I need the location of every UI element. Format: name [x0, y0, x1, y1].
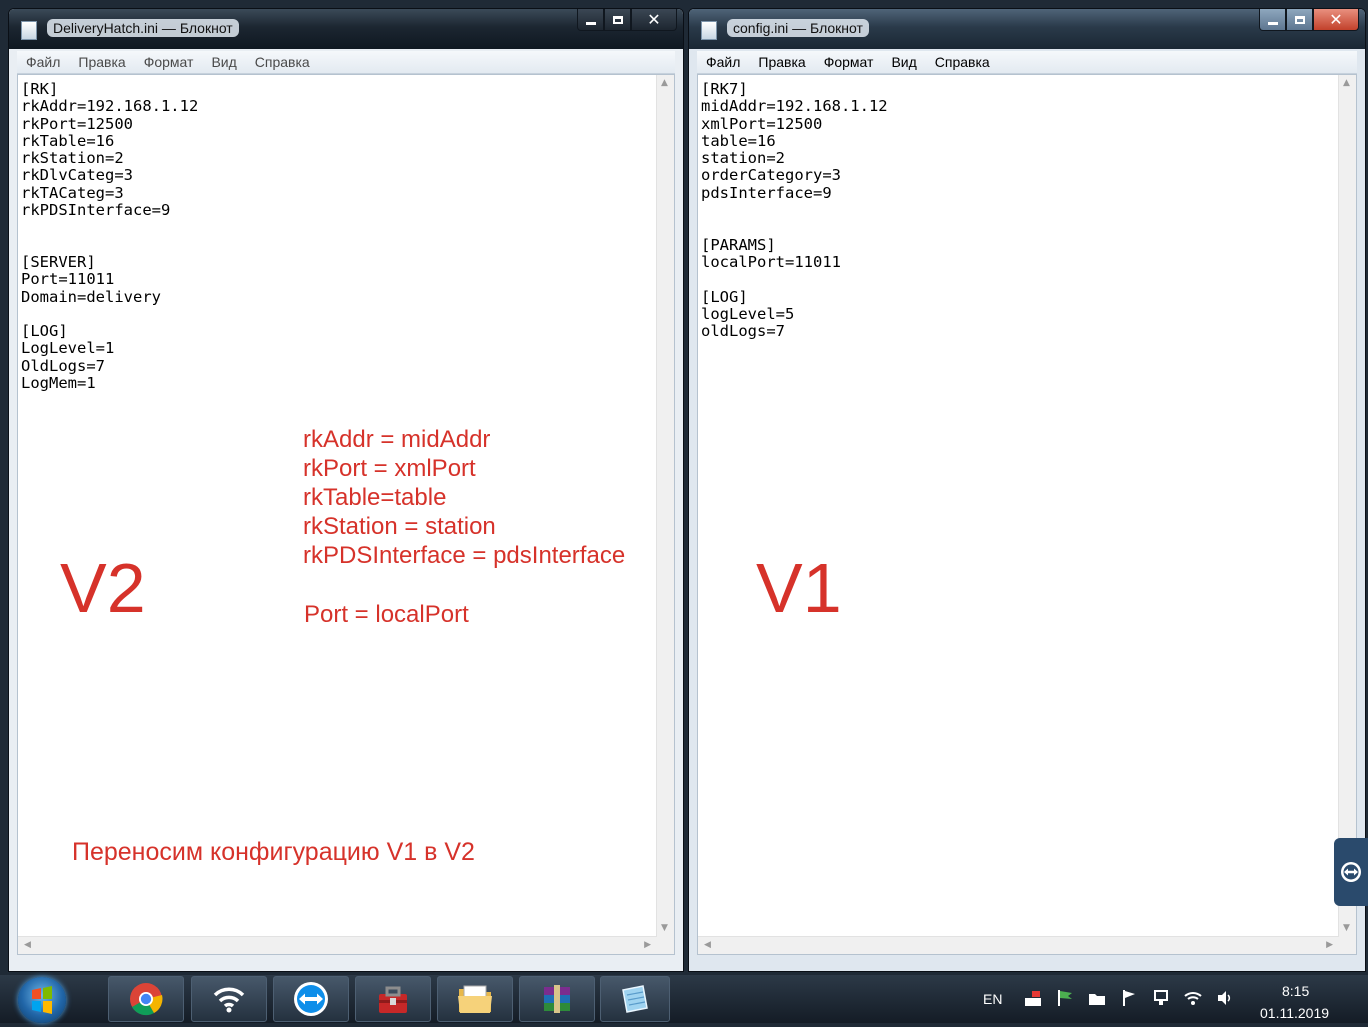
resize-grip[interactable]: [657, 937, 674, 954]
language-indicator[interactable]: EN: [983, 991, 1002, 1007]
taskbar-file-explorer[interactable]: [437, 976, 513, 1022]
menu-bar: Файл Правка Формат Вид Справка: [17, 51, 675, 74]
teamviewer-side-tab[interactable]: [1334, 838, 1368, 906]
menu-file[interactable]: Файл: [17, 54, 69, 70]
windows-logo-icon: [32, 986, 52, 1014]
v1-label: V1: [756, 549, 842, 627]
menu-edit[interactable]: Правка: [749, 54, 814, 70]
vertical-scrollbar[interactable]: ▲ ▼: [656, 75, 674, 937]
maximize-icon: [1294, 15, 1305, 24]
taskbar-winrar[interactable]: [519, 976, 595, 1022]
network-icon[interactable]: [1152, 989, 1170, 1007]
file-content[interactable]: [RK7] midAddr=192.168.1.12 xmlPort=12500…: [701, 80, 888, 340]
taskbar-notepad[interactable]: [600, 976, 670, 1022]
horizontal-scrollbar[interactable]: ◀ ▶: [18, 936, 657, 954]
system-tray: EN 8:15 01.11.2019: [958, 975, 1368, 1023]
window-title: config.ini — Блокнот: [727, 19, 869, 37]
file-explorer-icon: [458, 985, 492, 1013]
notepad-icon: [622, 985, 648, 1013]
mapping-line: Port = localPort: [304, 601, 469, 628]
start-button[interactable]: [18, 977, 66, 1023]
wifi-icon[interactable]: [1184, 989, 1202, 1007]
close-icon: ✕: [1329, 10, 1343, 29]
menu-view[interactable]: Вид: [202, 54, 245, 70]
minimize-button[interactable]: [1259, 9, 1286, 31]
minimize-button[interactable]: [577, 9, 604, 31]
scroll-down-icon[interactable]: ▼: [1343, 924, 1350, 933]
winrar-icon: [544, 985, 570, 1013]
minimize-icon: [585, 22, 596, 25]
horizontal-scrollbar[interactable]: ◀ ▶: [698, 936, 1339, 954]
window-title: DeliveryHatch.ini — Блокнот: [47, 19, 239, 37]
notepad-icon: [701, 21, 717, 40]
menu-view[interactable]: Вид: [882, 54, 925, 70]
action-center-flag-icon[interactable]: [1056, 989, 1074, 1007]
minimize-icon: [1267, 22, 1278, 25]
scroll-right-icon[interactable]: ▶: [1326, 941, 1333, 950]
teamviewer-icon: [1341, 862, 1361, 882]
menu-edit[interactable]: Правка: [69, 54, 134, 70]
menu-bar: Файл Правка Формат Вид Справка: [697, 51, 1357, 74]
menu-help[interactable]: Справка: [246, 54, 319, 70]
title-bar[interactable]: config.ini — Блокнот ✕: [689, 9, 1365, 49]
taskbar-wifi-manager[interactable]: [191, 976, 267, 1022]
sync-folder-icon[interactable]: [1088, 989, 1106, 1007]
maximize-button[interactable]: [1286, 9, 1313, 31]
teamviewer-icon: [294, 982, 328, 1016]
toolbox-icon: [379, 986, 407, 1013]
notepad-icon: [21, 21, 37, 40]
flag-icon[interactable]: [1120, 989, 1138, 1007]
menu-format[interactable]: Формат: [135, 54, 203, 70]
wifi-manager-icon: [213, 987, 245, 1013]
mapping-line: rkPort = xmlPort: [303, 455, 476, 482]
network-monitor-icon[interactable]: [1024, 989, 1042, 1007]
scroll-left-icon[interactable]: ◀: [704, 941, 711, 950]
clock-time[interactable]: 8:15: [1282, 983, 1309, 999]
scroll-right-icon[interactable]: ▶: [644, 941, 651, 950]
scroll-left-icon[interactable]: ◀: [24, 941, 31, 950]
transfer-note: Переносим конфигурацию V1 в V2: [72, 838, 475, 866]
scroll-up-icon[interactable]: ▲: [1343, 79, 1350, 88]
menu-format[interactable]: Формат: [815, 54, 883, 70]
scroll-down-icon[interactable]: ▼: [661, 924, 668, 933]
resize-grip[interactable]: [1339, 937, 1356, 954]
clock-date[interactable]: 01.11.2019: [1260, 1005, 1329, 1021]
volume-icon[interactable]: [1216, 989, 1234, 1007]
mapping-line: rkTable=table: [303, 484, 447, 511]
notepad-window-config[interactable]: config.ini — Блокнот ✕ Файл Правка Форма…: [688, 8, 1366, 972]
taskbar-teamviewer[interactable]: [273, 976, 349, 1022]
menu-help[interactable]: Справка: [926, 54, 999, 70]
maximize-button[interactable]: [604, 9, 631, 31]
taskbar-chrome[interactable]: [108, 976, 184, 1022]
close-button[interactable]: ✕: [631, 9, 677, 31]
vertical-scrollbar[interactable]: ▲ ▼: [1338, 75, 1356, 937]
maximize-icon: [612, 15, 623, 24]
mapping-line: rkAddr = midAddr: [303, 426, 491, 453]
close-button[interactable]: ✕: [1313, 9, 1359, 31]
mapping-line: rkStation = station: [303, 513, 496, 540]
scroll-up-icon[interactable]: ▲: [661, 79, 668, 88]
close-icon: ✕: [647, 10, 661, 29]
taskbar: EN 8:15 01.11.2019: [0, 975, 1368, 1023]
file-content[interactable]: [RK] rkAddr=192.168.1.12 rkPort=12500 rk…: [21, 80, 198, 392]
v2-label: V2: [60, 549, 146, 627]
title-bar[interactable]: DeliveryHatch.ini — Блокнот ✕: [9, 9, 683, 49]
text-editor[interactable]: [RK7] midAddr=192.168.1.12 xmlPort=12500…: [697, 74, 1357, 955]
taskbar-toolbox[interactable]: [355, 976, 431, 1022]
mapping-line: rkPDSInterface = pdsInterface: [303, 542, 626, 569]
chrome-icon: [130, 983, 163, 1016]
menu-file[interactable]: Файл: [697, 54, 749, 70]
